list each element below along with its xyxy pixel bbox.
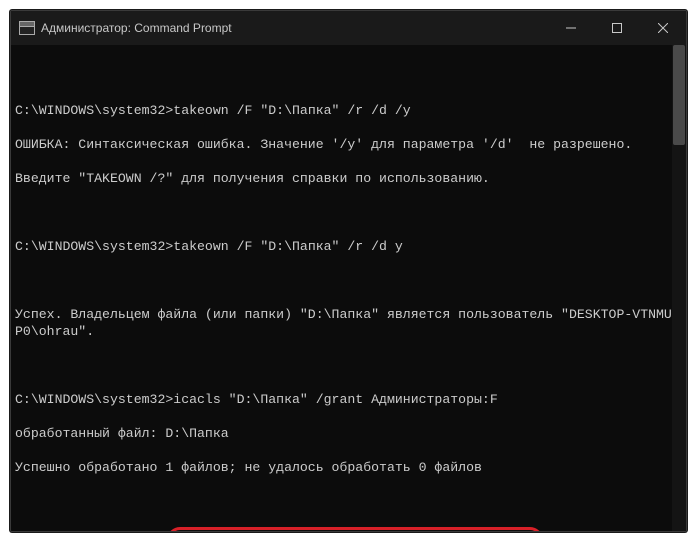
minimize-button[interactable] xyxy=(548,11,594,45)
output-line: Успех. Владельцем файла (или папки) "D:\… xyxy=(15,306,678,340)
scroll-thumb[interactable] xyxy=(673,45,685,145)
cmd-window: Администратор: Command Prompt C:\WINDOWS… xyxy=(10,10,687,532)
command-text: takeown /F "D:\Папка" /r /d /y xyxy=(173,103,410,118)
window-title: Администратор: Command Prompt xyxy=(41,21,232,35)
output-line: Успешно обработано 1 файлов; не удалось … xyxy=(15,459,678,476)
terminal-area[interactable]: C:\WINDOWS\system32>takeown /F "D:\Папка… xyxy=(11,45,686,531)
output-line: Введите "TAKEOWN /?" для получения справ… xyxy=(15,170,678,187)
maximize-icon xyxy=(612,23,622,33)
output-line: C:\WINDOWS\system32>icacls "D:\Папка" /g… xyxy=(15,391,678,408)
command-text: takeown /F "D:\Папка" /r /d y xyxy=(173,239,403,254)
maximize-button[interactable] xyxy=(594,11,640,45)
window-controls xyxy=(548,11,686,45)
prompt: C:\WINDOWS\system32> xyxy=(15,392,173,407)
output-line: C:\WINDOWS\system32>takeown /F "D:\Папка… xyxy=(15,102,678,119)
close-button[interactable] xyxy=(640,11,686,45)
output-line: ОШИБКА: Синтаксическая ошибка. Значение … xyxy=(15,136,678,153)
cmd-icon xyxy=(19,21,35,35)
titlebar[interactable]: Администратор: Command Prompt xyxy=(11,11,686,45)
output-line: обработанный файл: D:\Папка xyxy=(15,425,678,442)
close-icon xyxy=(658,23,668,33)
minimize-icon xyxy=(566,23,576,33)
output-line: C:\WINDOWS\system32>icacls "D:\Папка" /g… xyxy=(15,527,678,531)
command-text: icacls "D:\Папка" /grant Администраторы:… xyxy=(173,392,497,407)
vertical-scrollbar[interactable] xyxy=(672,45,686,531)
prompt: C:\WINDOWS\system32> xyxy=(15,103,173,118)
output-line: C:\WINDOWS\system32>takeown /F "D:\Папка… xyxy=(15,238,678,255)
prompt: C:\WINDOWS\system32> xyxy=(15,239,173,254)
highlighted-command: icacls "D:\Папка" /grant Администраторы:… xyxy=(167,527,542,531)
